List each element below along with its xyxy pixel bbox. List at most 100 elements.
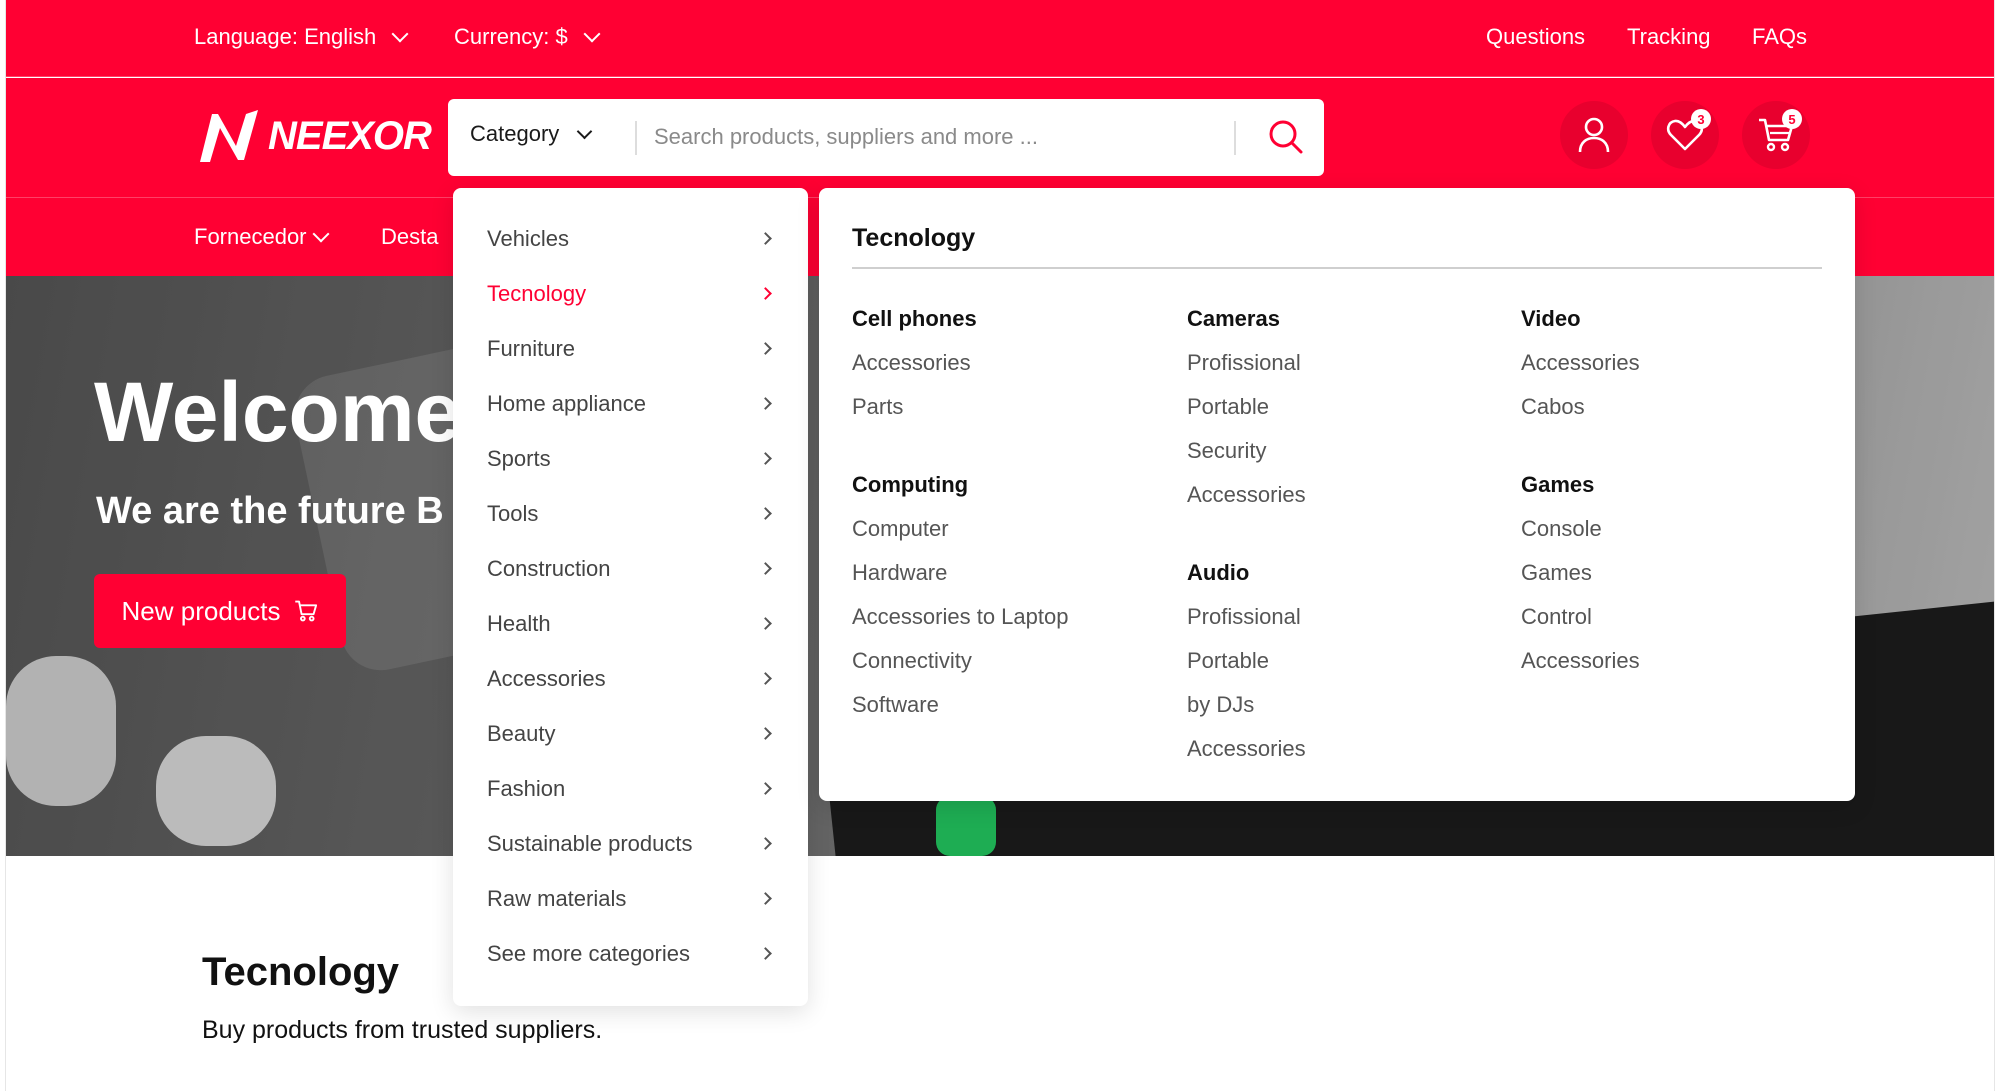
category-item-label: Accessories (487, 665, 606, 691)
mega-link[interactable]: Hardware (852, 560, 947, 586)
group-heading-video[interactable]: Video (1521, 306, 1581, 332)
mega-link[interactable]: Games (1521, 560, 1592, 586)
category-item-beauty[interactable]: Beauty (453, 706, 808, 761)
category-item-label: See more categories (487, 940, 690, 966)
wishlist-button[interactable]: 3 (1651, 101, 1719, 169)
mega-link[interactable]: Security (1187, 438, 1266, 464)
chevron-down-icon (391, 25, 409, 43)
chevron-right-icon (759, 342, 772, 355)
group-heading-cell-phones[interactable]: Cell phones (852, 306, 977, 332)
chevron-right-icon (759, 837, 772, 850)
category-item-see-more[interactable]: See more categories (453, 926, 808, 981)
cart-button[interactable]: 5 (1742, 101, 1810, 169)
chevron-right-icon (759, 507, 772, 520)
chevron-right-icon (759, 232, 772, 245)
category-item-sustainable-products[interactable]: Sustainable products (453, 816, 808, 871)
group-heading-audio[interactable]: Audio (1187, 560, 1249, 586)
language-selector[interactable]: Language: English (194, 24, 409, 50)
mega-link[interactable]: Profissional (1187, 604, 1301, 630)
category-item-raw-materials[interactable]: Raw materials (453, 871, 808, 926)
new-products-label: New products (121, 595, 281, 626)
mega-menu-panel: Tecnology Cell phones Accessories Parts … (819, 188, 1855, 801)
chevron-down-icon (583, 25, 601, 43)
category-item-label: Furniture (487, 335, 576, 361)
tracking-link[interactable]: Tracking (1627, 24, 1711, 50)
category-button-label: Category (470, 121, 560, 146)
language-label: Language: English (194, 24, 377, 49)
chevron-right-icon (759, 947, 772, 960)
category-item-health[interactable]: Health (453, 596, 808, 651)
category-dropdown-button[interactable]: Category (470, 121, 593, 147)
mega-link[interactable]: Connectivity (852, 648, 972, 674)
category-item-furniture[interactable]: Furniture (453, 321, 808, 376)
category-item-label: Raw materials (487, 885, 627, 911)
search-icon (1269, 120, 1303, 154)
mega-link[interactable]: Portable (1187, 394, 1269, 420)
logo[interactable]: NEEXOR (196, 108, 432, 164)
cart-count-badge: 5 (1782, 109, 1802, 129)
mega-link[interactable]: Portable (1187, 648, 1269, 674)
category-item-label: Beauty (487, 720, 556, 746)
nav-item-supplier[interactable]: Fornecedor (194, 224, 330, 250)
currency-selector[interactable]: Currency: $ (454, 24, 601, 50)
category-item-vehicles[interactable]: Vehicles (453, 211, 808, 266)
divider (1234, 121, 1236, 155)
category-item-accessories[interactable]: Accessories (453, 651, 808, 706)
category-item-construction[interactable]: Construction (453, 541, 808, 596)
user-icon (1578, 117, 1610, 153)
divider (635, 121, 637, 155)
group-heading-computing[interactable]: Computing (852, 472, 968, 498)
chevron-down-icon (312, 225, 330, 243)
category-item-label: Sports (487, 445, 551, 471)
mega-link[interactable]: by DJs (1187, 692, 1254, 718)
faqs-link[interactable]: FAQs (1752, 24, 1807, 50)
category-item-label: Home appliance (487, 390, 646, 416)
mega-link[interactable]: Computer (852, 516, 949, 542)
category-item-tecnology[interactable]: Tecnology (453, 266, 808, 321)
mega-link[interactable]: Accessories (852, 350, 971, 376)
chevron-right-icon (759, 397, 772, 410)
mega-link[interactable]: Parts (852, 394, 903, 420)
cart-icon (295, 600, 318, 622)
mega-link[interactable]: Accessories (1521, 350, 1640, 376)
category-item-fashion[interactable]: Fashion (453, 761, 808, 816)
category-item-label: Vehicles (487, 225, 569, 251)
new-products-button[interactable]: New products (94, 574, 346, 648)
hero-title: Welcome (94, 365, 462, 459)
category-item-label: Sustainable products (487, 830, 693, 856)
search-bar: Category (448, 99, 1324, 176)
mega-link[interactable]: Control (1521, 604, 1592, 630)
mega-link[interactable]: Accessories (1521, 648, 1640, 674)
mega-link[interactable]: Cabos (1521, 394, 1585, 420)
category-item-label: Health (487, 610, 551, 636)
category-item-label: Fashion (487, 775, 566, 801)
page-frame: Language: English Currency: $ Questions … (5, 0, 1995, 1091)
mega-link[interactable]: Accessories to Laptop (852, 604, 1068, 630)
divider (852, 267, 1822, 269)
mega-link[interactable]: Accessories (1187, 736, 1306, 762)
currency-label: Currency: $ (454, 24, 568, 49)
mega-link[interactable]: Accessories (1187, 482, 1306, 508)
search-button[interactable] (1266, 117, 1306, 157)
section-subtitle: Buy products from trusted suppliers. (202, 1016, 603, 1044)
category-item-sports[interactable]: Sports (453, 431, 808, 486)
chevron-right-icon (759, 892, 772, 905)
mega-link[interactable]: Console (1521, 516, 1602, 542)
group-heading-games[interactable]: Games (1521, 472, 1594, 498)
mega-menu-title: Tecnology (852, 224, 976, 252)
mega-link[interactable]: Software (852, 692, 939, 718)
logo-text: NEEXOR (268, 113, 432, 158)
search-input[interactable] (654, 113, 1214, 161)
questions-link[interactable]: Questions (1486, 24, 1585, 50)
category-item-home-appliance[interactable]: Home appliance (453, 376, 808, 431)
nav-item-featured[interactable]: Desta (381, 224, 438, 250)
account-button[interactable] (1560, 101, 1628, 169)
section-title: Tecnology (202, 950, 400, 994)
chevron-right-icon (759, 562, 772, 575)
category-item-label: Tecnology (487, 280, 587, 306)
chevron-right-icon (759, 452, 772, 465)
category-item-tools[interactable]: Tools (453, 486, 808, 541)
category-item-label: Construction (487, 555, 611, 581)
group-heading-cameras[interactable]: Cameras (1187, 306, 1280, 332)
mega-link[interactable]: Profissional (1187, 350, 1301, 376)
